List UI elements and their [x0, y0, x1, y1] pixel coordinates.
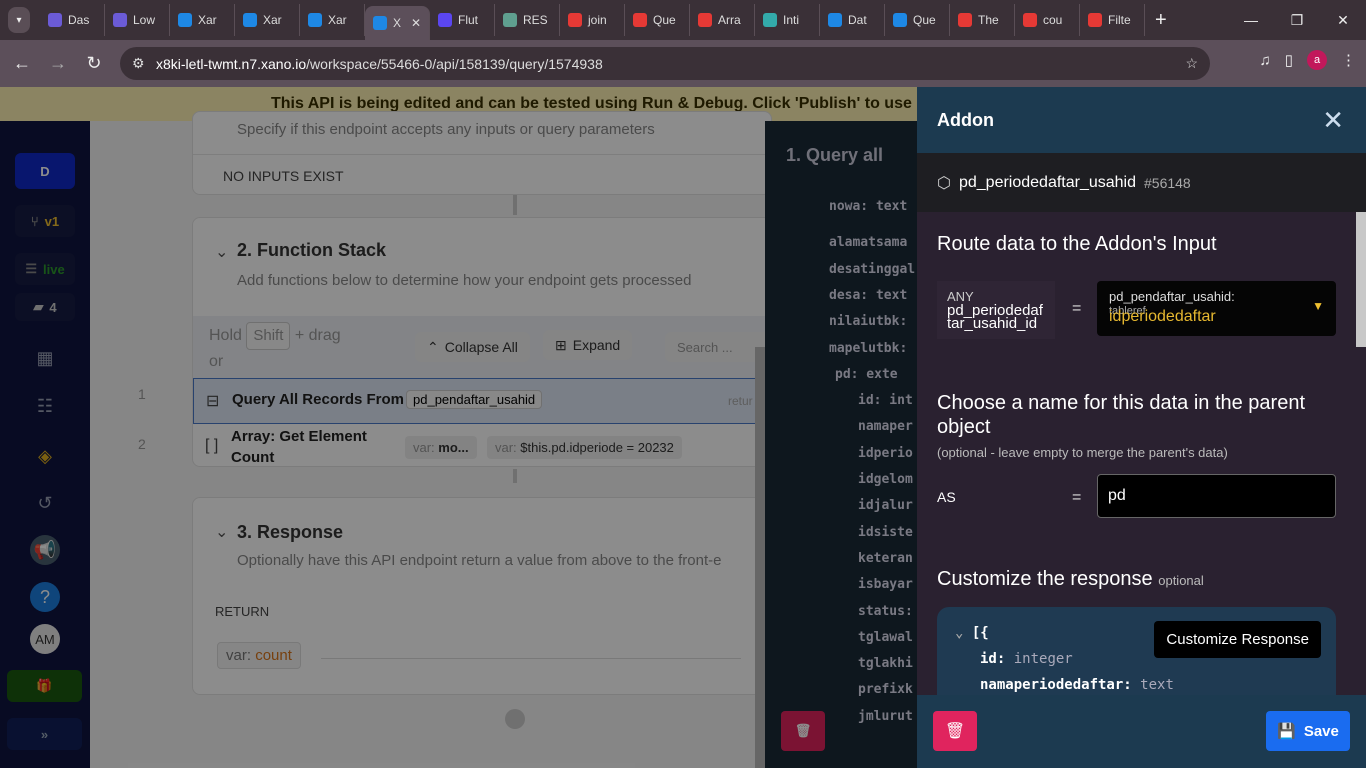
browser-tab[interactable]: Xar	[300, 4, 365, 36]
xano-icon	[893, 13, 907, 27]
xano-icon	[308, 13, 322, 27]
name-hint: (optional - leave empty to merge the par…	[937, 445, 1228, 460]
media-icon[interactable]: ♫	[1259, 52, 1270, 69]
minimize-button[interactable]: —	[1228, 0, 1274, 40]
save-label: Save	[1303, 722, 1339, 740]
tab-label: Inti	[783, 13, 800, 27]
close-window-button[interactable]: ✕	[1320, 0, 1366, 40]
browser-tab-bar: ▾ Das Low Xar Xar Xar X ✕ Flut RES join Que Arra Int…	[0, 0, 1366, 40]
tab-label: Filte	[1108, 13, 1131, 27]
tab-label: Das	[68, 13, 90, 27]
youtube-icon	[1088, 13, 1102, 27]
addon-panel: Addon ✕ ⬡ pd_periodedaftar_usahid #56148 Ro…	[917, 87, 1366, 768]
xano-app: This API is being edited and can be test…	[0, 87, 1366, 768]
browser-tab[interactable]: Arra	[690, 4, 755, 36]
collapse-chevron-icon[interactable]: ⌄	[955, 625, 963, 641]
customize-response-button[interactable]: Customize Response	[1154, 621, 1321, 658]
back-button[interactable]: ←	[4, 53, 40, 74]
delete-addon-button[interactable]: 🗑	[933, 711, 977, 751]
equals-sign: =	[1072, 300, 1082, 317]
save-icon: 💾	[1277, 723, 1296, 740]
close-tab-icon[interactable]: ✕	[411, 16, 421, 30]
side-panel-icon[interactable]: ▯	[1285, 51, 1293, 69]
addon-name: pd_periodedaftar_usahid	[958, 173, 1136, 191]
as-label: AS	[937, 489, 956, 505]
tab-label: Low	[133, 13, 156, 27]
browser-tab[interactable]: Que	[625, 4, 690, 36]
xano-icon	[178, 13, 192, 27]
dropdown-caret-icon: ▼	[1312, 299, 1324, 313]
browser-tab[interactable]: The	[950, 4, 1015, 36]
browser-tab[interactable]: Xar	[170, 4, 235, 36]
browser-tab[interactable]: X ✕	[365, 6, 430, 40]
customize-title: Customize the response optional	[937, 568, 1204, 590]
chatgpt-icon	[503, 13, 517, 27]
tab-label: X	[393, 16, 402, 30]
tab-label: RES	[523, 13, 548, 27]
addon-hexagon-icon: ⬡	[937, 174, 951, 192]
browser-tab[interactable]: RES	[495, 4, 560, 36]
tab-label: Que	[653, 13, 676, 27]
tab-label: Dat	[848, 13, 867, 27]
browser-tab[interactable]: Xar	[235, 4, 300, 36]
tab-label: Xar	[328, 13, 347, 27]
youtube-icon	[698, 13, 712, 27]
response-preview: ⌄ [{ id: integer namaperiodedaftar: text…	[937, 607, 1336, 695]
close-icon[interactable]: ✕	[1322, 105, 1344, 136]
tab-search-button[interactable]: ▾	[8, 7, 30, 33]
panel-scrollbar[interactable]	[1356, 212, 1366, 347]
youtube-icon	[633, 13, 647, 27]
tab-label: Xar	[263, 13, 282, 27]
addon-input: ANY pd_periodedaftar_usahid_id	[937, 281, 1055, 339]
menu-icon[interactable]: ⋮	[1341, 51, 1356, 69]
youtube-icon	[568, 13, 582, 27]
browser-tab[interactable]: Das	[40, 4, 105, 36]
xano-icon	[828, 13, 842, 27]
profile-avatar[interactable]: a	[1307, 50, 1327, 70]
cube-icon	[48, 13, 62, 27]
flutterflow-icon	[438, 13, 452, 27]
browser-tab[interactable]: Low	[105, 4, 170, 36]
browser-tab[interactable]: Inti	[755, 4, 820, 36]
site-info-icon[interactable]: ⚙	[132, 55, 145, 72]
url-input[interactable]: ⚙ x8ki-letl-twmt.n7.xano.io/workspace/55…	[120, 47, 1210, 80]
reload-button[interactable]: ↻	[76, 53, 112, 74]
xano-icon	[243, 13, 257, 27]
tab-label: Flut	[458, 13, 479, 27]
youtube-icon	[1023, 13, 1037, 27]
maximize-button[interactable]: ❐	[1274, 0, 1320, 40]
xano-icon	[373, 16, 387, 30]
forward-button[interactable]: →	[40, 53, 76, 74]
addon-input-select[interactable]: pd_pendaftar_usahid: tableref idperioded…	[1097, 281, 1336, 336]
name-title: Choose a name for this data in the paren…	[937, 392, 1306, 438]
browser-tab[interactable]: Flut	[430, 4, 495, 36]
tab-label: join	[588, 13, 607, 27]
url-path: /workspace/55466-0/api/158139/query/1574…	[306, 55, 603, 72]
new-tab-button[interactable]: +	[1155, 9, 1167, 32]
addon-id: #56148	[1144, 174, 1191, 191]
route-title: Route data to the Addon's Input	[937, 233, 1217, 255]
browser-tab[interactable]: Filte	[1080, 4, 1145, 36]
tab-label: Xar	[198, 13, 217, 27]
modal-backdrop[interactable]	[0, 121, 917, 768]
tab-label: cou	[1043, 13, 1063, 27]
browser-tab[interactable]: cou	[1015, 4, 1080, 36]
browser-tab[interactable]: Dat	[820, 4, 885, 36]
address-bar-row: ← → ↻ ⚙ x8ki-letl-twmt.n7.xano.io/worksp…	[0, 40, 1366, 87]
tab-label: Arra	[718, 13, 741, 27]
url-host: x8ki-letl-twmt.n7.xano.io	[156, 55, 307, 72]
cube-icon	[113, 13, 127, 27]
as-name-input[interactable]: pd	[1097, 474, 1336, 518]
tab-label: The	[978, 13, 999, 27]
youtube-icon	[958, 13, 972, 27]
tab-label: Que	[913, 13, 936, 27]
browser-tab[interactable]: join	[560, 4, 625, 36]
save-button[interactable]: 💾 Save	[1266, 711, 1350, 751]
infinity-icon	[763, 13, 777, 27]
equals-sign: =	[1072, 489, 1082, 506]
bookmark-star-icon[interactable]: ☆	[1185, 55, 1198, 72]
panel-title: Addon	[937, 109, 994, 130]
browser-tab[interactable]: Que	[885, 4, 950, 36]
trash-icon: 🗑	[944, 723, 966, 740]
